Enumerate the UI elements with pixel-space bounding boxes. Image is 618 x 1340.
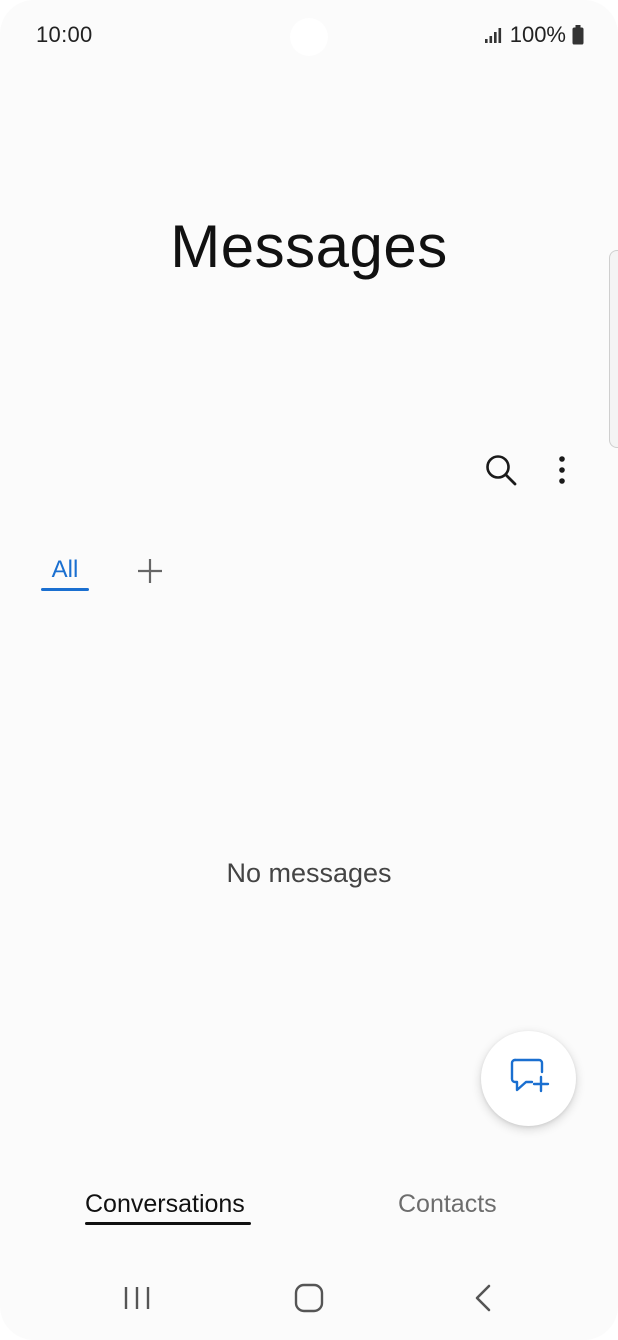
status-bar: 10:00 100% — [0, 0, 618, 72]
tab-all[interactable]: All — [41, 556, 89, 584]
compose-button[interactable] — [481, 1031, 576, 1126]
status-time: 10:00 — [36, 22, 93, 47]
tab-conversations-indicator — [85, 1222, 251, 1225]
new-message-icon — [508, 1056, 550, 1101]
recent-apps-icon[interactable] — [115, 1276, 159, 1320]
battery-text: 100% — [509, 22, 566, 47]
empty-state-text: No messages — [226, 858, 392, 888]
tab-all-indicator — [41, 588, 89, 591]
more-options-icon[interactable] — [540, 448, 584, 492]
back-icon[interactable] — [461, 1276, 505, 1320]
home-icon[interactable] — [287, 1276, 331, 1320]
page-title: Messages — [170, 213, 448, 280]
status-indicators: 100% — [484, 22, 584, 48]
camera-cutout — [290, 18, 328, 56]
navigation-bar — [0, 1262, 618, 1332]
search-icon[interactable] — [479, 448, 523, 492]
phone-screen: 10:00 100% Messages All No messages Conv… — [0, 0, 618, 1340]
tab-conversations[interactable]: Conversations — [85, 1190, 245, 1219]
tab-contacts[interactable]: Contacts — [398, 1190, 497, 1219]
add-icon[interactable] — [132, 553, 168, 589]
signal-icon — [484, 26, 504, 44]
battery-icon — [572, 25, 584, 45]
